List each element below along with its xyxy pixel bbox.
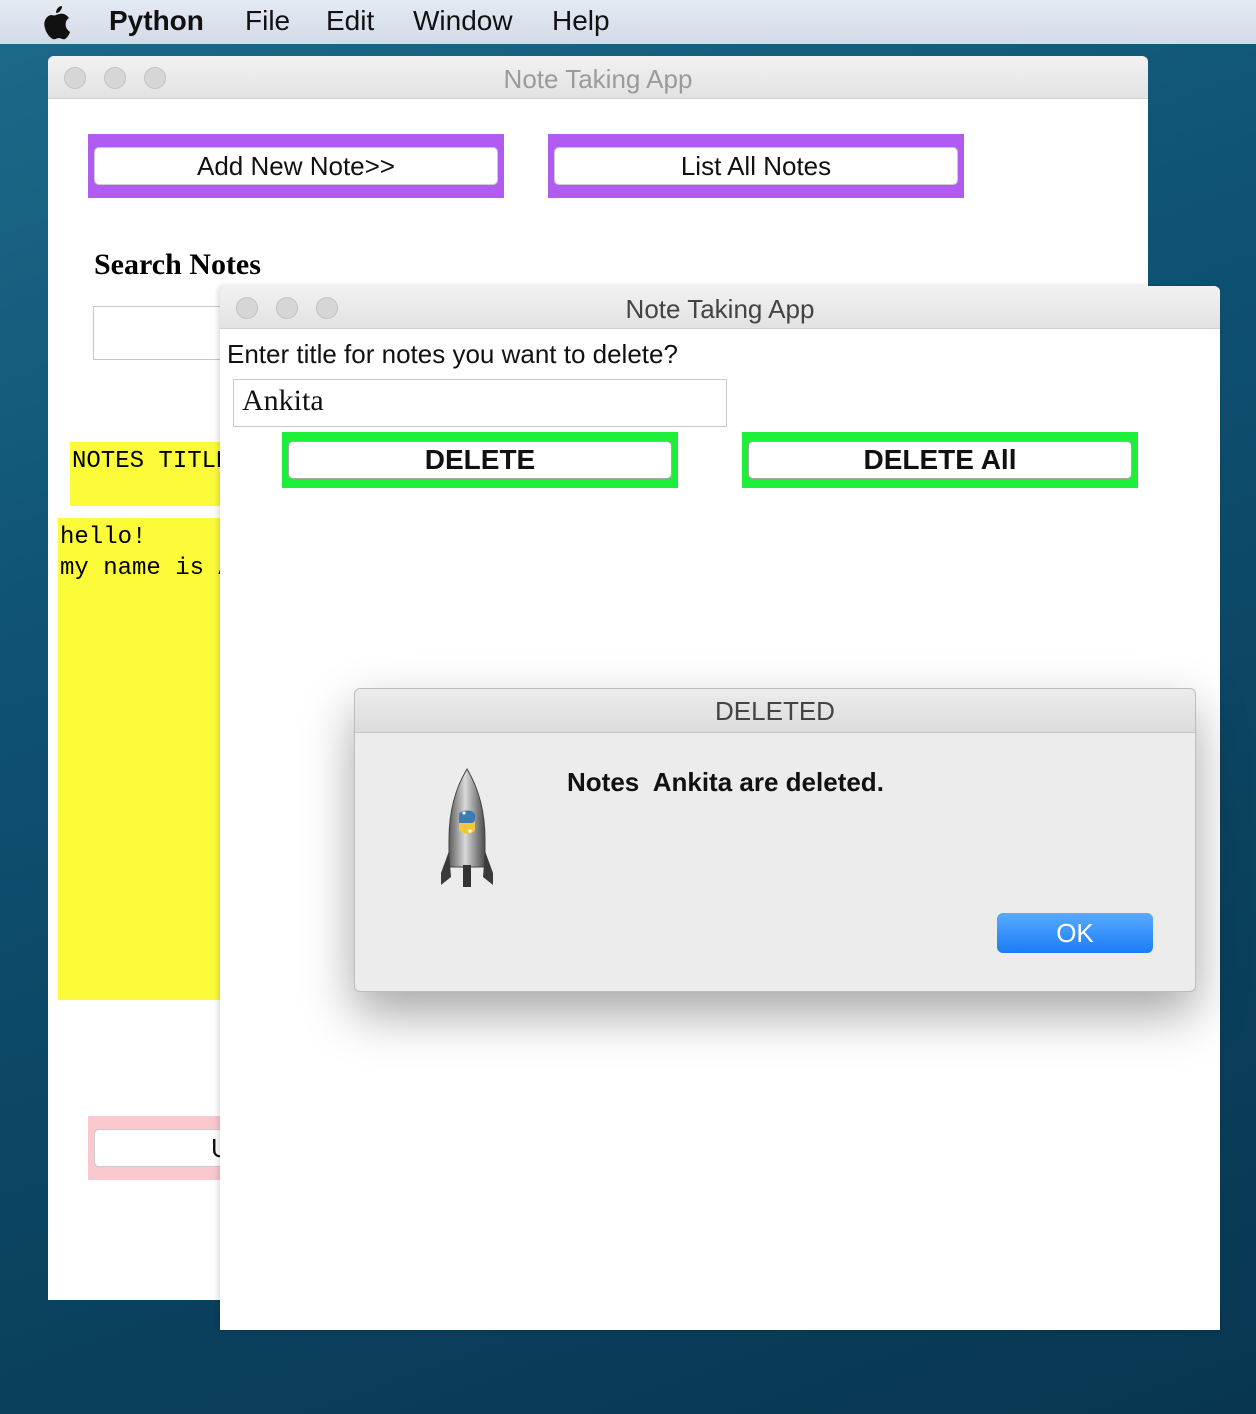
menu-bar: Python File Edit Window Help bbox=[0, 0, 1256, 44]
alert-message: Notes Ankita are deleted. bbox=[567, 767, 884, 797]
apple-menu-icon[interactable] bbox=[40, 4, 72, 40]
window-title: Note Taking App bbox=[625, 294, 815, 324]
delete-prompt-label: Enter title for notes you want to delete… bbox=[227, 339, 678, 369]
list-notes-button-frame: List All Notes bbox=[548, 134, 964, 198]
alert-title: DELETED bbox=[355, 689, 1195, 733]
menu-edit[interactable]: Edit bbox=[326, 5, 374, 37]
menu-window[interactable]: Window bbox=[413, 5, 513, 37]
python-launcher-rocket-icon bbox=[441, 768, 493, 887]
delete-all-button[interactable]: DELETE All bbox=[748, 441, 1132, 479]
list-all-notes-button[interactable]: List All Notes bbox=[554, 147, 958, 185]
add-new-note-button[interactable]: Add New Note>> bbox=[94, 147, 498, 185]
window-title: Note Taking App bbox=[503, 64, 693, 94]
delete-window-titlebar[interactable]: Note Taking App bbox=[220, 286, 1220, 329]
menu-python[interactable]: Python bbox=[109, 5, 204, 37]
menu-help[interactable]: Help bbox=[552, 5, 610, 37]
add-note-button-frame: Add New Note>> bbox=[88, 134, 504, 198]
main-window-titlebar[interactable]: Note Taking App bbox=[48, 56, 1148, 99]
menu-file[interactable]: File bbox=[245, 5, 290, 37]
deleted-alert-dialog: DELETED Notes Ankita are deleted. OK bbox=[354, 688, 1196, 992]
delete-title-input[interactable]: Ankita bbox=[233, 379, 727, 427]
delete-all-button-frame: DELETE All bbox=[742, 432, 1138, 488]
delete-button[interactable]: DELETE bbox=[288, 441, 672, 479]
search-notes-label: Search Notes bbox=[94, 248, 261, 281]
delete-button-frame: DELETE bbox=[282, 432, 678, 488]
ok-button[interactable]: OK bbox=[997, 913, 1153, 953]
